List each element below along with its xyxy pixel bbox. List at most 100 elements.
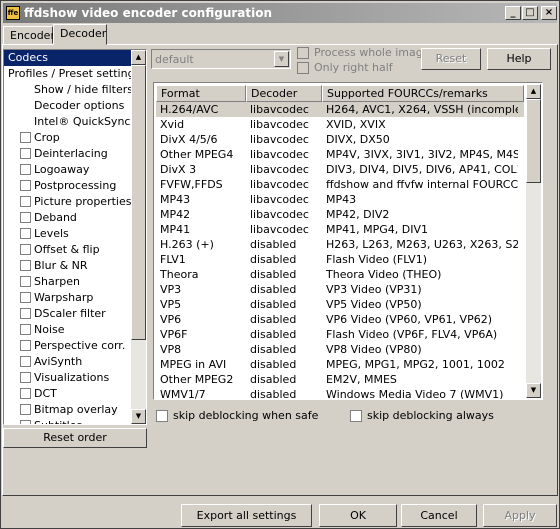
checkbox-box[interactable] xyxy=(20,308,31,319)
table-row[interactable]: Other MPEG4 libavcodec MP4V, 3IVX, 3IV1, 3… xyxy=(156,147,524,162)
checkbox-box[interactable] xyxy=(20,356,31,367)
sidebar-item[interactable]: Deband xyxy=(4,210,146,226)
sidebar-list[interactable]: Codecs Profiles / Preset settings Show / h… xyxy=(3,49,147,425)
table-row[interactable]: Xvid libavcodec XVID, XVIX xyxy=(156,117,524,132)
checkbox-box[interactable] xyxy=(20,196,31,207)
tab-decoder[interactable]: Decoder xyxy=(53,24,107,45)
scroll-thumb[interactable] xyxy=(526,99,541,183)
table-row[interactable]: VP6 disabled VP6 Video (VP60, VP61, VP62) xyxy=(156,312,524,327)
checkbox-box[interactable] xyxy=(20,180,31,191)
table-scrollbar[interactable]: ▲ ▼ xyxy=(526,84,541,398)
sidebar-item[interactable]: Decoder options xyxy=(4,98,146,114)
scroll-up-icon[interactable]: ▲ xyxy=(131,50,146,65)
cancel-button[interactable]: Cancel xyxy=(401,504,477,527)
checkbox-box[interactable] xyxy=(20,132,31,143)
sidebar-item[interactable]: Profiles / Preset settings xyxy=(4,66,146,82)
table-cell: disabled xyxy=(250,283,297,296)
table-row[interactable]: FVFW,FFDS libavcodec ffdshow and ffvfw int… xyxy=(156,177,524,192)
sidebar-item[interactable]: Sharpen xyxy=(4,274,146,290)
checkbox-box[interactable] xyxy=(20,244,31,255)
table-row[interactable]: H.264/AVC libavcodec H264, AVC1, X264, VSS… xyxy=(156,102,524,117)
sidebar-item[interactable]: Visualizations xyxy=(4,370,146,386)
checkbox-box[interactable] xyxy=(20,324,31,335)
table-row[interactable]: WMV1/7 disabled Windows Media Video 7 (WMV… xyxy=(156,387,524,400)
sidebar-scrollbar[interactable]: ▲ ▼ xyxy=(131,50,146,424)
ok-button[interactable]: OK xyxy=(319,504,397,527)
sidebar-item[interactable]: Postprocessing xyxy=(4,178,146,194)
preset-combo[interactable]: default ▼ xyxy=(151,49,291,69)
sidebar-item-label: Deband xyxy=(34,211,77,224)
checkbox-box[interactable] xyxy=(20,276,31,287)
table-row[interactable]: VP8 disabled VP8 Video (VP80) xyxy=(156,342,524,357)
tab-encoder[interactable]: Encoder xyxy=(3,26,55,44)
sidebar-item[interactable]: Warpsharp xyxy=(4,290,146,306)
column-header-format[interactable]: Format xyxy=(156,85,246,102)
checkbox-box[interactable] xyxy=(20,340,31,351)
sidebar-item[interactable]: Levels xyxy=(4,226,146,242)
window-title: ffdshow video encoder configuration xyxy=(24,6,273,20)
scroll-down-icon[interactable]: ▼ xyxy=(131,409,146,424)
checkbox-box[interactable] xyxy=(20,148,31,159)
sidebar-item[interactable]: Blur & NR xyxy=(4,258,146,274)
sidebar-item[interactable]: Noise xyxy=(4,322,146,338)
checkbox-box[interactable] xyxy=(20,164,31,175)
table-row[interactable]: DivX 4/5/6 libavcodec DIVX, DX50 xyxy=(156,132,524,147)
sidebar-item[interactable]: Logoaway xyxy=(4,162,146,178)
help-button[interactable]: Help xyxy=(487,48,551,70)
checkbox-box[interactable] xyxy=(20,292,31,303)
skip-deblocking-safe-label: skip deblocking when safe xyxy=(173,409,319,422)
checkbox-box[interactable] xyxy=(20,420,31,424)
reset-order-button[interactable]: Reset order xyxy=(3,428,147,448)
sidebar-item[interactable]: Picture properties xyxy=(4,194,146,210)
codec-table[interactable]: Format Decoder Supported FOURCCs/remarks… xyxy=(153,82,543,400)
table-row[interactable]: Theora disabled Theora Video (THEO) xyxy=(156,267,524,282)
table-cell: Windows Media Video 7 (WMV1) xyxy=(326,388,504,400)
checkbox-box[interactable] xyxy=(20,212,31,223)
reset-button[interactable]: Reset xyxy=(421,48,481,70)
sidebar-item[interactable]: DScaler filter xyxy=(4,306,146,322)
column-header-decoder[interactable]: Decoder xyxy=(246,85,322,102)
checkbox-box[interactable] xyxy=(20,228,31,239)
sidebar-item[interactable]: Deinterlacing xyxy=(4,146,146,162)
table-row[interactable]: Other MPEG2 disabled EM2V, MMES xyxy=(156,372,524,387)
table-row[interactable]: VP6F disabled Flash Video (VP6F, FLV4, VP6… xyxy=(156,327,524,342)
sidebar-item[interactable]: DCT xyxy=(4,386,146,402)
table-row[interactable]: DivX 3 libavcodec DIV3, DIV4, DIV5, DIV6, … xyxy=(156,162,524,177)
title-bar[interactable]: ffe ffdshow video encoder configuration … xyxy=(3,3,557,23)
table-row[interactable]: MP42 libavcodec MP42, DIV2 xyxy=(156,207,524,222)
sidebar-item[interactable]: Codecs xyxy=(4,50,146,66)
table-cell: FVFW,FFDS xyxy=(160,178,223,191)
sidebar-item[interactable]: Bitmap overlay xyxy=(4,402,146,418)
sidebar-item[interactable]: Show / hide filters xyxy=(4,82,146,98)
reset-order-label: Reset order xyxy=(43,431,107,444)
table-header: Format Decoder Supported FOURCCs/remarks xyxy=(156,85,524,102)
table-row[interactable]: VP3 disabled VP3 Video (VP31) xyxy=(156,282,524,297)
scroll-down-icon[interactable]: ▼ xyxy=(526,383,541,398)
table-row[interactable]: MP41 libavcodec MP41, MPG4, DIV1 xyxy=(156,222,524,237)
checkbox-box[interactable] xyxy=(20,388,31,399)
sidebar-item[interactable]: Perspective corr. xyxy=(4,338,146,354)
column-header-remarks[interactable]: Supported FOURCCs/remarks xyxy=(322,85,524,102)
sidebar-item-label: Crop xyxy=(34,131,60,144)
table-row[interactable]: MPEG in AVI disabled MPEG, MPG1, MPG2, 100… xyxy=(156,357,524,372)
scroll-thumb[interactable] xyxy=(131,65,146,340)
checkbox-box[interactable] xyxy=(20,404,31,415)
table-cell: MPEG, MPG1, MPG2, 1001, 1002 xyxy=(326,358,505,371)
sidebar-item[interactable]: Intel® QuickSync xyxy=(4,114,146,130)
export-settings-button[interactable]: Export all settings xyxy=(181,504,312,527)
scroll-up-icon[interactable]: ▲ xyxy=(526,84,541,99)
apply-button[interactable]: Apply xyxy=(483,504,557,527)
checkbox-box[interactable] xyxy=(20,260,31,271)
close-button[interactable]: × xyxy=(541,6,557,20)
sidebar-item[interactable]: Subtitles xyxy=(4,418,146,424)
minimize-button[interactable]: _ xyxy=(505,6,521,20)
maximize-button[interactable]: □ xyxy=(522,6,538,20)
sidebar-item[interactable]: Offset & flip xyxy=(4,242,146,258)
table-row[interactable]: VP5 disabled VP5 Video (VP50) xyxy=(156,297,524,312)
sidebar-item[interactable]: AviSynth xyxy=(4,354,146,370)
table-row[interactable]: H.263 (+) disabled H263, L263, M263, U263,… xyxy=(156,237,524,252)
checkbox-box[interactable] xyxy=(20,372,31,383)
table-row[interactable]: MP43 libavcodec MP43 xyxy=(156,192,524,207)
table-row[interactable]: FLV1 disabled Flash Video (FLV1) xyxy=(156,252,524,267)
sidebar-item[interactable]: Crop xyxy=(4,130,146,146)
